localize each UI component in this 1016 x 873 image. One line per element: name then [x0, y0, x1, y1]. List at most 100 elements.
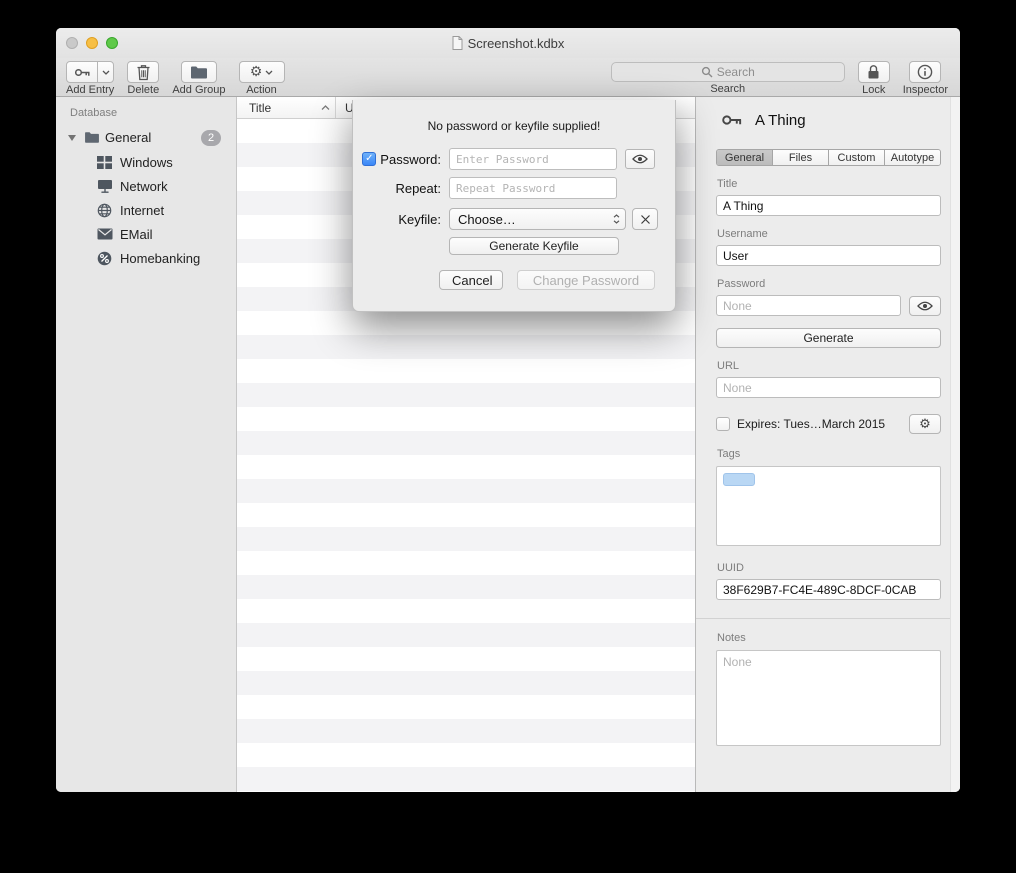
- inspector-label: Inspector: [903, 84, 948, 96]
- keyfile-label: Keyfile:: [398, 212, 441, 227]
- tags-label: Tags: [717, 448, 941, 460]
- change-password-button[interactable]: Change Password: [517, 270, 655, 290]
- delete-button[interactable]: [127, 61, 159, 83]
- notes-field[interactable]: [716, 650, 941, 746]
- trash-icon: [136, 64, 151, 81]
- search-input[interactable]: Search: [611, 62, 845, 82]
- inspector-tabs: General Files Custom Autotype: [716, 149, 941, 166]
- key-icon: [721, 109, 743, 131]
- reveal-password-button[interactable]: [909, 296, 941, 316]
- tags-field[interactable]: [716, 466, 941, 546]
- search-icon: [701, 66, 713, 78]
- change-password-sheet: No password or keyfile supplied! ✓ Passw…: [352, 100, 676, 312]
- folder-icon: [83, 131, 100, 144]
- add-entry-dropdown-button[interactable]: [97, 61, 114, 83]
- action-button[interactable]: ⚙: [239, 61, 285, 83]
- entry-title: A Thing: [755, 112, 806, 129]
- add-entry-segmented-control: [66, 61, 114, 83]
- sheet-actions: Cancel Change Password: [439, 270, 655, 290]
- sidebar-item-email[interactable]: EMail: [56, 222, 236, 246]
- lock-button[interactable]: [858, 61, 890, 83]
- column-header-title[interactable]: Title: [237, 97, 335, 118]
- cancel-button[interactable]: Cancel: [439, 270, 503, 290]
- key-icon: [74, 64, 91, 81]
- tab-autotype[interactable]: Autotype: [884, 150, 940, 165]
- username-field[interactable]: [716, 245, 941, 266]
- eye-icon: [632, 154, 648, 164]
- password-row: [716, 295, 941, 316]
- repeat-password-field[interactable]: [449, 177, 617, 199]
- chevron-down-icon: [102, 70, 110, 75]
- password-row: ✓ Password:: [353, 148, 675, 170]
- password-checkbox[interactable]: ✓: [362, 152, 376, 166]
- expires-row: Expires: Tues…March 2015 ⚙: [716, 414, 941, 434]
- keyfile-popup-value: Choose…: [458, 212, 613, 227]
- sidebar-item-label: Windows: [120, 155, 173, 170]
- add-entry-button[interactable]: [66, 61, 98, 83]
- inspector-scrollbar[interactable]: [950, 97, 960, 792]
- uuid-label: UUID: [717, 562, 941, 574]
- sidebar-item-windows[interactable]: Windows: [56, 150, 236, 174]
- delete-label: Delete: [127, 84, 159, 96]
- minimize-button[interactable]: [86, 37, 98, 49]
- password-label: Password:: [380, 152, 441, 167]
- keyfile-popup-button[interactable]: Choose…: [449, 208, 626, 230]
- windows-icon: [96, 156, 113, 169]
- sidebar-section-header: Database: [70, 107, 236, 119]
- generate-keyfile-button[interactable]: Generate Keyfile: [449, 237, 619, 255]
- keyfile-row: Keyfile: Choose…: [353, 208, 675, 230]
- tag-chip[interactable]: [723, 473, 755, 486]
- close-button[interactable]: [66, 37, 78, 49]
- sidebar: Database General 2 Windows Network: [56, 97, 237, 792]
- tab-general[interactable]: General: [717, 150, 772, 165]
- entry-header: A Thing: [716, 109, 941, 131]
- reveal-password-button[interactable]: [625, 149, 655, 169]
- expires-checkbox[interactable]: [716, 417, 730, 431]
- check-icon: ✓: [365, 154, 373, 164]
- title-field[interactable]: [716, 195, 941, 216]
- gear-icon: ⚙: [250, 65, 263, 79]
- tab-files[interactable]: Files: [772, 150, 828, 165]
- title-field-label: Title: [717, 178, 941, 190]
- keyfile-label-group: Keyfile:: [361, 212, 441, 227]
- disclosure-triangle-icon[interactable]: [68, 135, 78, 141]
- titlebar[interactable]: Screenshot.kdbx: [56, 28, 960, 58]
- enter-password-field[interactable]: [449, 148, 617, 170]
- notes-label: Notes: [717, 632, 941, 644]
- password-field[interactable]: [716, 295, 901, 316]
- clear-keyfile-button[interactable]: [632, 208, 658, 230]
- inspector-toggle-button[interactable]: [909, 61, 941, 83]
- search-placeholder: Search: [717, 65, 755, 79]
- action-label: Action: [246, 84, 277, 96]
- sidebar-item-homebanking[interactable]: Homebanking: [56, 246, 236, 270]
- add-entry-label: Add Entry: [66, 84, 114, 96]
- inspector-panel: A Thing General Files Custom Autotype Ti…: [695, 97, 960, 792]
- sidebar-group-general[interactable]: General 2: [56, 125, 236, 150]
- url-field[interactable]: [716, 377, 941, 398]
- sidebar-item-label: Network: [120, 179, 168, 194]
- globe-icon: [96, 203, 113, 218]
- toolbar-item-delete: Delete: [127, 61, 159, 96]
- url-field-label: URL: [717, 360, 941, 372]
- sheet-form: ✓ Password: Repeat: Keyfile:: [353, 148, 675, 255]
- uuid-field[interactable]: [716, 579, 941, 600]
- add-group-button[interactable]: [181, 61, 217, 83]
- chevron-down-icon: [265, 70, 273, 75]
- expires-options-button[interactable]: ⚙: [909, 414, 941, 434]
- group-label: General: [105, 130, 151, 145]
- tab-custom[interactable]: Custom: [828, 150, 884, 165]
- gear-icon: ⚙: [919, 418, 931, 431]
- stepper-icon: [613, 214, 622, 224]
- zoom-button[interactable]: [106, 37, 118, 49]
- window-title-area: Screenshot.kdbx: [56, 28, 960, 58]
- username-field-label: Username: [717, 228, 941, 240]
- window-title: Screenshot.kdbx: [468, 36, 565, 51]
- sidebar-item-internet[interactable]: Internet: [56, 198, 236, 222]
- generate-password-button[interactable]: Generate: [716, 328, 941, 348]
- network-icon: [96, 179, 113, 193]
- traffic-lights: [66, 37, 118, 49]
- sidebar-item-network[interactable]: Network: [56, 174, 236, 198]
- folder-plus-icon: [190, 65, 208, 80]
- sidebar-item-label: Internet: [120, 203, 164, 218]
- search-label: Search: [710, 83, 745, 95]
